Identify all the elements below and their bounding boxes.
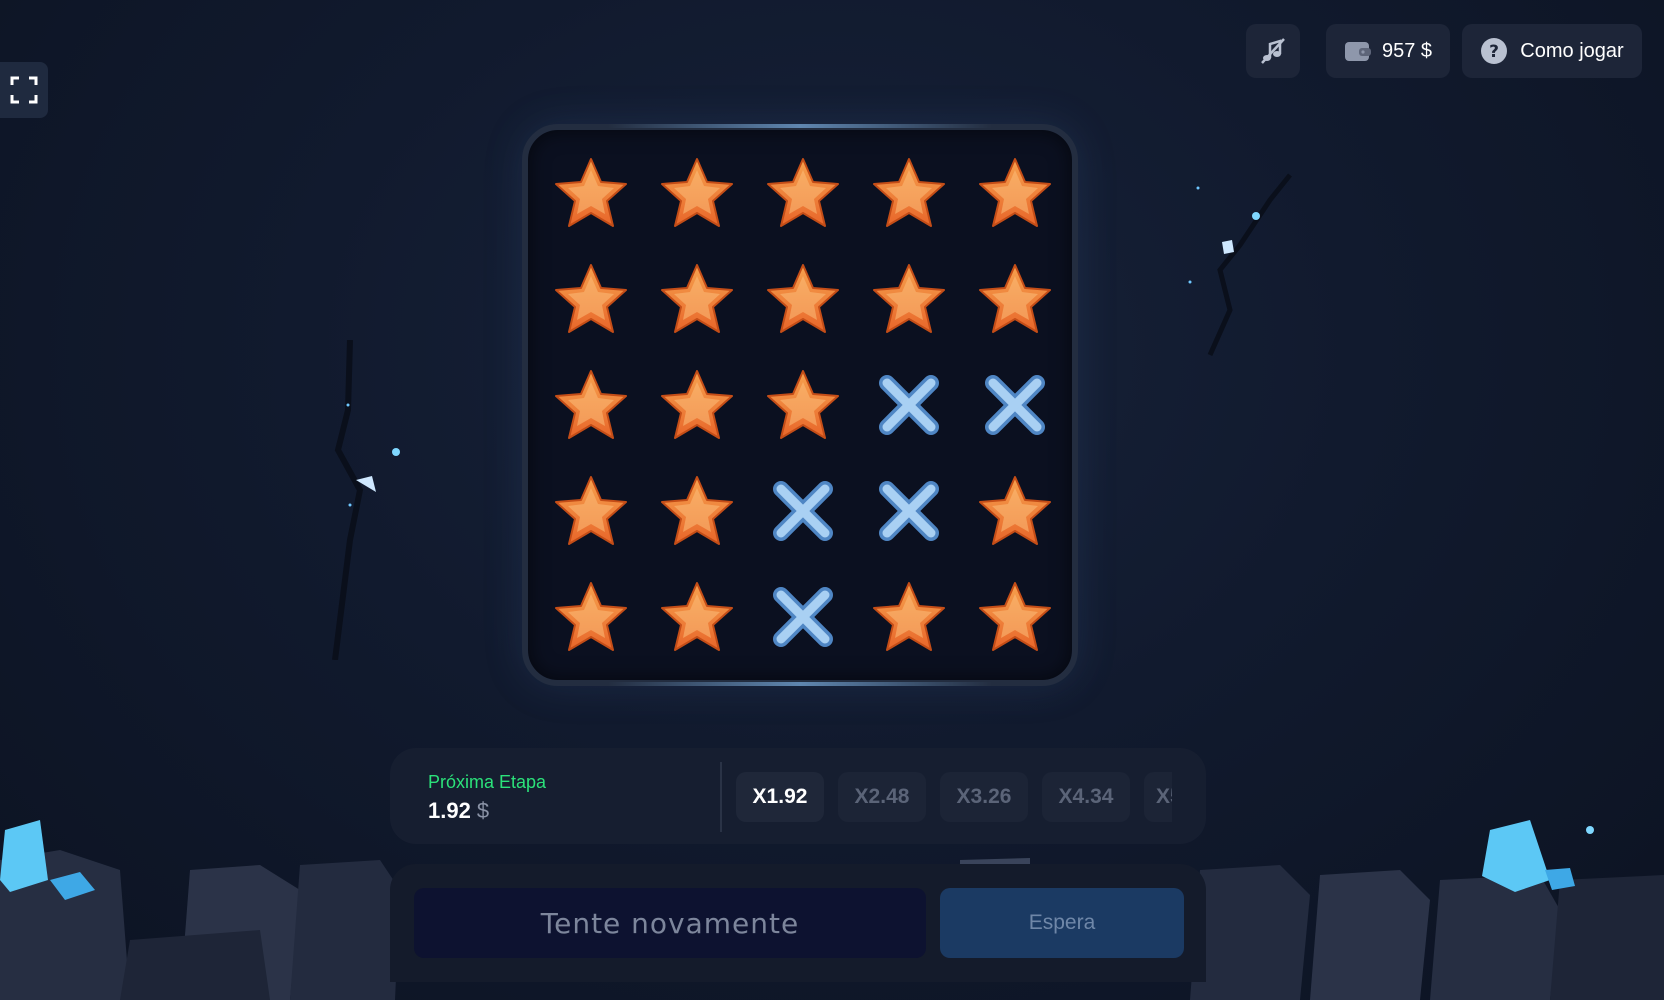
star-icon: [870, 580, 948, 659]
panel-divider: [720, 762, 722, 832]
star-icon: [552, 368, 630, 447]
star-icon: [976, 474, 1054, 553]
board-tile[interactable]: [962, 354, 1068, 460]
board-tile[interactable]: [538, 460, 644, 566]
cross-icon: [771, 479, 835, 548]
cross-icon: [877, 373, 941, 442]
next-stage-amount: 1.92: [428, 798, 471, 823]
next-stage-currency: $: [476, 798, 490, 823]
star-icon: [658, 262, 736, 341]
star-icon: [870, 262, 948, 341]
board-tile[interactable]: [750, 354, 856, 460]
board-tile[interactable]: [962, 142, 1068, 248]
star-icon: [976, 580, 1054, 659]
star-icon: [870, 156, 948, 235]
board-tile[interactable]: [644, 142, 750, 248]
board-tile[interactable]: [962, 566, 1068, 672]
board-tile[interactable]: [856, 142, 962, 248]
board-tile[interactable]: [538, 248, 644, 354]
star-icon: [658, 474, 736, 553]
board-tile[interactable]: [538, 566, 644, 672]
board-tile[interactable]: [644, 566, 750, 672]
board-tile[interactable]: [538, 354, 644, 460]
sound-off-icon: [1261, 38, 1285, 64]
balance-value: 957 $: [1381, 39, 1433, 62]
question-icon: ?: [1481, 38, 1508, 64]
multiplier-item: X2.48: [838, 772, 926, 822]
game-board: [522, 124, 1078, 686]
wallet-icon: [1344, 42, 1371, 61]
board-tile[interactable]: [856, 354, 962, 460]
star-icon: [552, 580, 630, 659]
board-tile[interactable]: [644, 460, 750, 566]
star-icon: [552, 474, 630, 553]
action-panel: Tente novamente Espera: [390, 864, 1206, 982]
star-icon: [976, 156, 1054, 235]
multiplier-panel: Próxima Etapa 1.92 $ X1.92 X2.48 X3.26 X4…: [390, 748, 1206, 844]
how-to-play-button[interactable]: ? Como jogar: [1462, 24, 1642, 78]
board-tile[interactable]: [962, 248, 1068, 354]
wait-button[interactable]: Espera: [940, 888, 1184, 958]
cross-icon: [771, 585, 835, 654]
board-tile[interactable]: [750, 142, 856, 248]
star-icon: [552, 262, 630, 341]
fullscreen-icon: [10, 76, 38, 104]
board-tile[interactable]: [644, 248, 750, 354]
svg-text:?: ?: [1489, 42, 1499, 62]
board-tile[interactable]: [644, 354, 750, 460]
board-tile[interactable]: [856, 248, 962, 354]
star-icon: [552, 156, 630, 235]
board-tile[interactable]: [750, 566, 856, 672]
board-tile[interactable]: [856, 460, 962, 566]
board-tile[interactable]: [750, 460, 856, 566]
board-tile[interactable]: [856, 566, 962, 672]
star-icon: [658, 368, 736, 447]
sound-toggle-button[interactable]: [1246, 24, 1300, 78]
balance-display: 957 $: [1326, 24, 1450, 78]
multiplier-item: X5: [1144, 772, 1172, 822]
star-icon: [764, 156, 842, 235]
multiplier-item: X4.34: [1042, 772, 1130, 822]
next-stage-value: 1.92 $: [428, 798, 489, 824]
star-icon: [976, 262, 1054, 341]
star-icon: [764, 368, 842, 447]
board-tile[interactable]: [750, 248, 856, 354]
star-icon: [658, 580, 736, 659]
star-icon: [658, 156, 736, 235]
retry-button[interactable]: Tente novamente: [414, 888, 926, 958]
crack-decoration-left: [332, 340, 400, 660]
fullscreen-button[interactable]: [0, 62, 48, 118]
cross-icon: [983, 373, 1047, 442]
board-tile[interactable]: [962, 460, 1068, 566]
multiplier-list: X1.92 X2.48 X3.26 X4.34 X5: [736, 772, 1172, 824]
next-stage-label: Próxima Etapa: [428, 772, 547, 792]
star-icon: [764, 262, 842, 341]
spark-decoration: [1586, 826, 1594, 834]
cross-icon: [877, 479, 941, 548]
multiplier-item: X3.26: [940, 772, 1028, 822]
how-to-play-label: Como jogar: [1520, 39, 1624, 62]
crack-decoration-right: [1188, 173, 1292, 357]
tile-grid: [538, 142, 1068, 672]
multiplier-item: X1.92: [736, 772, 824, 822]
board-tile[interactable]: [538, 142, 644, 248]
